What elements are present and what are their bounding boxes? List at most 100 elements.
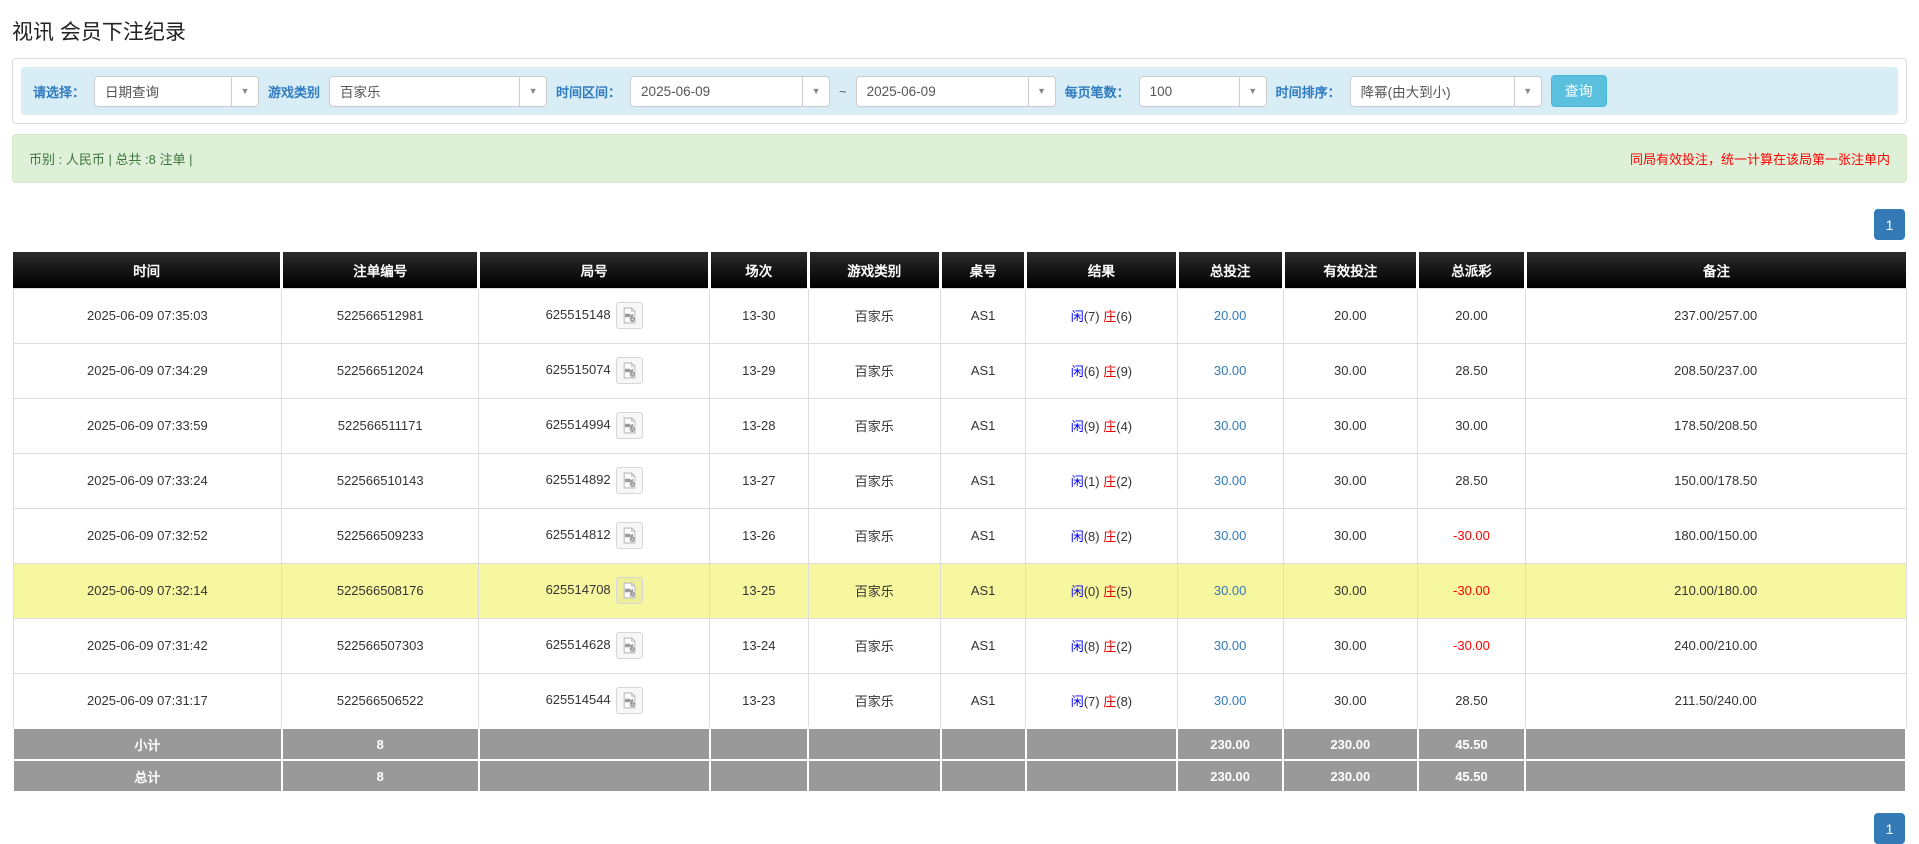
table-row: 2025-06-09 07:32:14 522566508176 6255147…	[13, 563, 1906, 618]
table-no-cell: AS1	[941, 288, 1026, 343]
summary-total-bet-cell: 230.00	[1177, 760, 1283, 792]
summary-bar: 币别 : 人民币 | 总共 :8 注单 | 同局有效投注，统一计算在该局第一张注…	[12, 134, 1907, 183]
result-cell: 闲(7) 庄(8)	[1026, 673, 1177, 728]
video-record-button[interactable]	[616, 302, 643, 329]
video-record-button[interactable]	[616, 357, 643, 384]
time-cell: 2025-06-09 07:33:59	[13, 398, 282, 453]
game-type-select[interactable]: 百家乐 ▼	[329, 76, 547, 107]
payout-cell: -30.00	[1418, 618, 1526, 673]
table-no-cell: AS1	[941, 673, 1026, 728]
date-to-select[interactable]: 2025-06-09 ▼	[856, 76, 1056, 107]
total-bet-link[interactable]: 30.00	[1214, 638, 1247, 653]
header-remark: 备注	[1525, 252, 1906, 288]
session-cell: 13-26	[710, 508, 808, 563]
round-id-cell: 625514812	[479, 508, 710, 563]
player-result-score: (7)	[1084, 694, 1100, 709]
banker-result-label: 庄	[1103, 694, 1116, 709]
session-cell: 13-28	[710, 398, 808, 453]
total-bet-link[interactable]: 30.00	[1214, 693, 1247, 708]
video-record-document-icon	[621, 527, 638, 544]
payout-cell: 30.00	[1418, 398, 1526, 453]
date-range-separator: ~	[839, 84, 847, 99]
video-record-document-icon	[621, 582, 638, 599]
remark-cell: 180.00/150.00	[1525, 508, 1906, 563]
banker-result-score: (2)	[1116, 529, 1132, 544]
banker-result-score: (6)	[1116, 309, 1132, 324]
total-bet-cell: 30.00	[1177, 563, 1283, 618]
summary-payout-cell: 45.50	[1418, 728, 1526, 760]
session-cell: 13-27	[710, 453, 808, 508]
total-bet-link[interactable]: 20.00	[1214, 308, 1247, 323]
game-type-cell: 百家乐	[808, 673, 941, 728]
video-record-button[interactable]	[616, 412, 643, 439]
search-button[interactable]: 查询	[1551, 75, 1607, 107]
header-round-id: 局号	[479, 252, 710, 288]
payout-cell: 28.50	[1418, 343, 1526, 398]
total-bet-link[interactable]: 30.00	[1214, 583, 1247, 598]
summary-payout-cell: 45.50	[1418, 760, 1526, 792]
video-record-document-icon	[621, 362, 638, 379]
player-result-score: (8)	[1084, 639, 1100, 654]
bet-records-table: 时间 注单编号 局号 场次 游戏类别 桌号 结果 总投注 有效投注 总派彩 备注…	[12, 252, 1907, 793]
game-type-cell: 百家乐	[808, 288, 941, 343]
chevron-down-icon: ▼	[1514, 77, 1541, 106]
video-record-button[interactable]	[616, 577, 643, 604]
video-record-button[interactable]	[616, 632, 643, 659]
time-sort-value: 降幂(由大到小)	[1351, 77, 1514, 106]
session-cell: 13-30	[710, 288, 808, 343]
bet-id-cell: 522566512024	[282, 343, 479, 398]
remark-cell: 237.00/257.00	[1525, 288, 1906, 343]
total-bet-link[interactable]: 30.00	[1214, 473, 1247, 488]
pagination-bottom: 1	[14, 813, 1905, 844]
player-result-label: 闲	[1071, 694, 1084, 709]
table-no-cell: AS1	[941, 563, 1026, 618]
game-type-cell: 百家乐	[808, 398, 941, 453]
video-record-button[interactable]	[616, 522, 643, 549]
time-cell: 2025-06-09 07:35:03	[13, 288, 282, 343]
summary-count-cell: 8	[282, 760, 479, 792]
total-bet-link[interactable]: 30.00	[1214, 363, 1247, 378]
video-record-document-icon	[621, 472, 638, 489]
time-cell: 2025-06-09 07:34:29	[13, 343, 282, 398]
round-id-value: 625514994	[546, 417, 611, 432]
time-cell: 2025-06-09 07:32:52	[13, 508, 282, 563]
video-record-document-icon	[621, 692, 638, 709]
total-bet-link[interactable]: 30.00	[1214, 528, 1247, 543]
round-id-cell: 625515148	[479, 288, 710, 343]
total-bet-cell: 30.00	[1177, 673, 1283, 728]
date-from-select[interactable]: 2025-06-09 ▼	[630, 76, 830, 107]
result-cell: 闲(6) 庄(9)	[1026, 343, 1177, 398]
banker-result-score: (4)	[1116, 419, 1132, 434]
game-type-cell: 百家乐	[808, 508, 941, 563]
banker-result-label: 庄	[1103, 584, 1116, 599]
game-type-cell: 百家乐	[808, 563, 941, 618]
player-result-score: (8)	[1084, 529, 1100, 544]
per-page-select[interactable]: 100 ▼	[1139, 76, 1267, 107]
page-button-1[interactable]: 1	[1874, 209, 1905, 240]
video-record-document-icon	[621, 417, 638, 434]
payout-cell: 28.50	[1418, 673, 1526, 728]
time-cell: 2025-06-09 07:31:17	[13, 673, 282, 728]
video-record-button[interactable]	[616, 467, 643, 494]
round-id-value: 625515074	[546, 362, 611, 377]
valid-bet-cell: 30.00	[1283, 618, 1417, 673]
total-bet-cell: 30.00	[1177, 508, 1283, 563]
query-type-select[interactable]: 日期查询 ▼	[94, 76, 259, 107]
result-cell: 闲(0) 庄(5)	[1026, 563, 1177, 618]
time-sort-select[interactable]: 降幂(由大到小) ▼	[1350, 76, 1542, 107]
table-row: 2025-06-09 07:34:29 522566512024 6255150…	[13, 343, 1906, 398]
chevron-down-icon: ▼	[519, 77, 546, 106]
summary-valid-bet-cell: 230.00	[1283, 760, 1417, 792]
round-id-value: 625514544	[546, 692, 611, 707]
time-cell: 2025-06-09 07:32:14	[13, 563, 282, 618]
player-result-score: (0)	[1084, 584, 1100, 599]
summary-valid-bet-cell: 230.00	[1283, 728, 1417, 760]
video-record-document-icon	[621, 637, 638, 654]
bet-id-cell: 522566507303	[282, 618, 479, 673]
round-id-cell: 625515074	[479, 343, 710, 398]
video-record-button[interactable]	[616, 687, 643, 714]
bet-id-cell: 522566506522	[282, 673, 479, 728]
valid-bet-cell: 30.00	[1283, 343, 1417, 398]
page-button-1[interactable]: 1	[1874, 813, 1905, 844]
total-bet-link[interactable]: 30.00	[1214, 418, 1247, 433]
